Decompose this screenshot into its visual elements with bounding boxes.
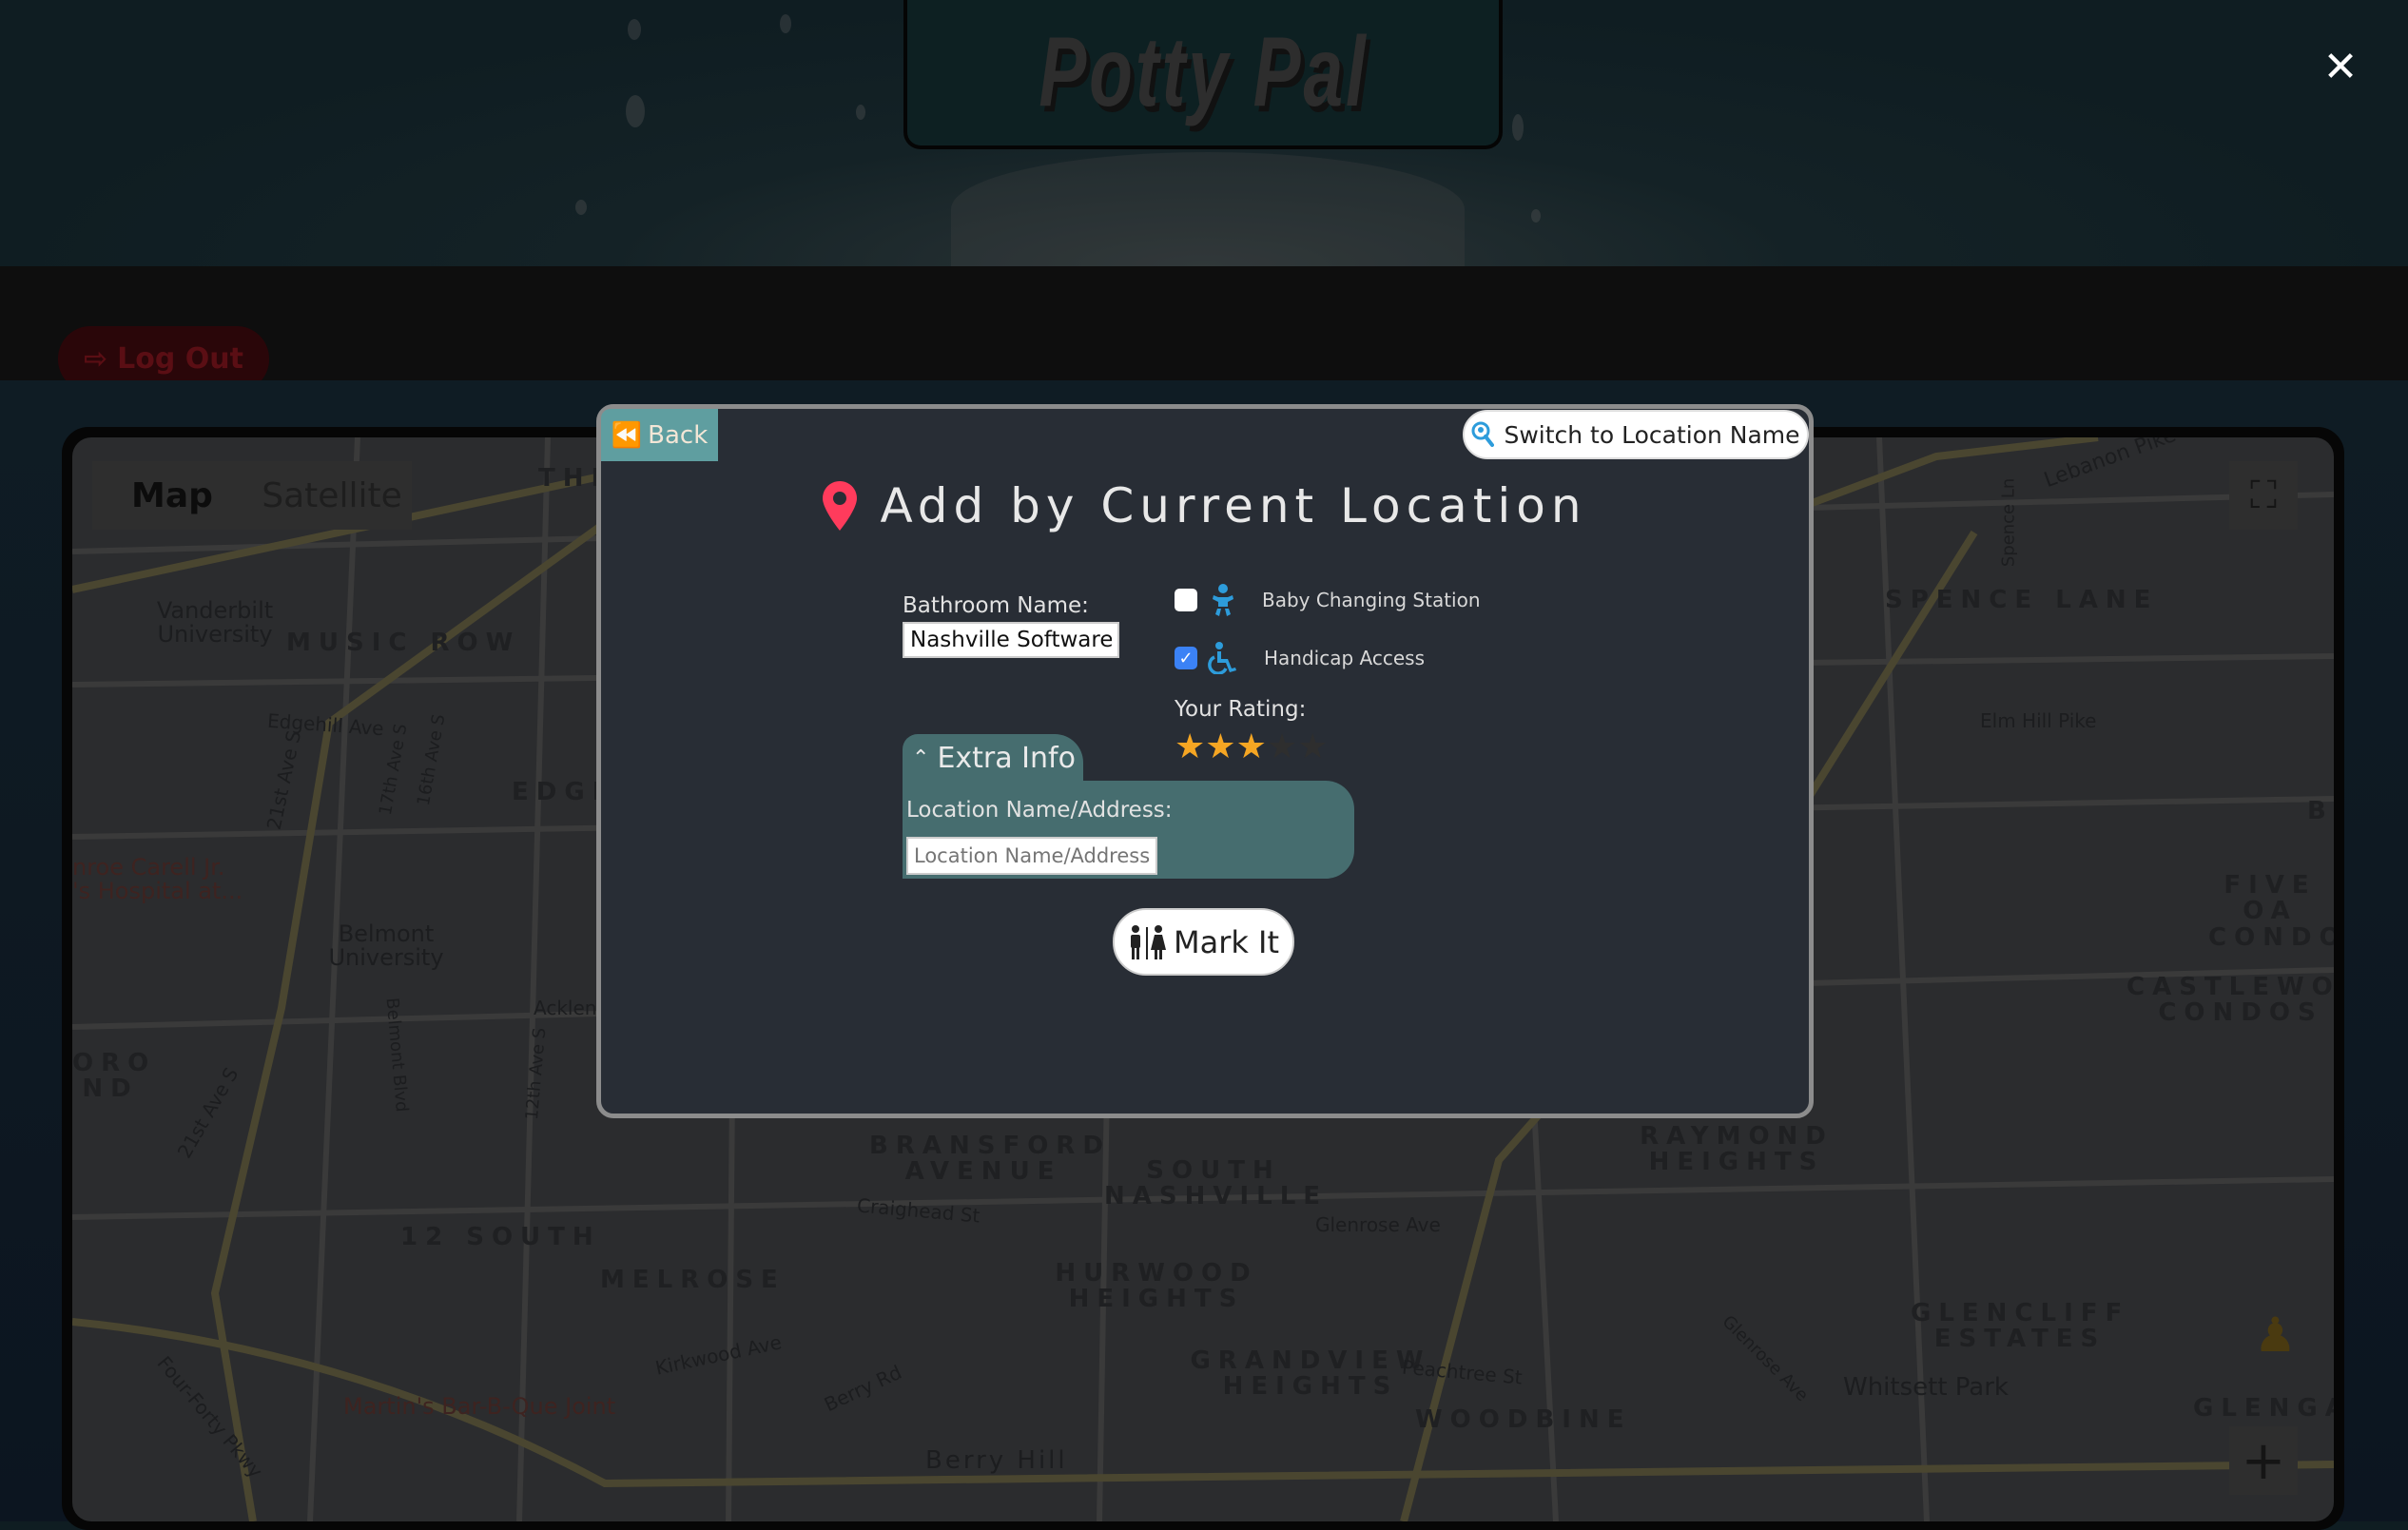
location-label: Location Name/Address: (906, 798, 1173, 823)
app-logo: Potty Pal (903, 0, 1503, 149)
street-view-pegman-icon[interactable]: ♟ (2254, 1307, 2297, 1374)
search-location-icon (1471, 421, 1495, 447)
map-pin-icon (823, 481, 858, 531)
map-label: GLENGAR (2193, 1394, 2334, 1423)
extra-info-toggle[interactable]: ⌃ Extra Info (903, 734, 1083, 782)
map-label: SPENCE LANE (1885, 586, 2159, 614)
map-label: Whitsett Park (1843, 1373, 2009, 1402)
nav-bar (0, 266, 2408, 380)
baby-changing-checkbox[interactable] (1175, 589, 1197, 611)
map-label: ORO ND (72, 1049, 157, 1104)
map-label: RAYMOND HEIGHTS (1640, 1122, 1834, 1177)
map-label: nroe Carell Jr. 's Hospital at... (72, 854, 243, 905)
map-label: Belmont University (328, 920, 444, 972)
map-label: Acklen (534, 997, 597, 1019)
map-label: GLENCLIFF ESTATES (1911, 1299, 2130, 1354)
baby-icon (1213, 584, 1233, 616)
baby-changing-option[interactable]: Baby Changing Station (1175, 584, 1481, 616)
map-label: MELROSE (600, 1266, 786, 1294)
bathroom-name-label: Bathroom Name: (903, 593, 1089, 618)
handicap-access-option[interactable]: ✓ Handicap Access (1175, 642, 1425, 674)
map-label: SOUTH NASHVILLE (1104, 1156, 1329, 1211)
close-icon[interactable]: ✕ (2321, 47, 2360, 88)
fullscreen-icon[interactable]: ⛶ (2229, 461, 2298, 530)
map-label: BE (2307, 797, 2334, 825)
map-label: Elm Hill Pike (1980, 709, 2097, 732)
map-label: HURWOOD HEIGHTS (1055, 1259, 1258, 1314)
map-label: BRANSFORD AVENUE (869, 1132, 1111, 1187)
map-label: GRANDVIEW HEIGHTS (1190, 1346, 1431, 1402)
back-label: Back (648, 420, 709, 450)
extra-info-label: Extra Info (937, 741, 1076, 775)
restroom-icon (1130, 924, 1166, 959)
switch-label: Switch to Location Name (1504, 420, 1800, 449)
map-label: Berry Hill (925, 1446, 1068, 1475)
mark-it-label: Mark It (1173, 923, 1280, 960)
map-type-toggle: Map Satellite (92, 461, 412, 530)
map-type-map[interactable]: Map (92, 461, 252, 530)
map-label: CASTLEWOOD CONDOS (2126, 973, 2334, 1028)
star-empty-icon[interactable]: ★ (1267, 730, 1297, 765)
bathroom-name-input[interactable] (903, 622, 1119, 658)
mark-it-button[interactable]: Mark It (1113, 908, 1294, 976)
add-bathroom-modal: ⏪ Back Switch to Location Name Add by Cu… (596, 404, 1814, 1118)
switch-to-location-name-button[interactable]: Switch to Location Name (1463, 410, 1809, 459)
star-empty-icon[interactable]: ★ (1297, 730, 1328, 765)
star-rating[interactable]: ★ ★ ★ ★ ★ (1175, 730, 1328, 765)
rating-label: Your Rating: (1175, 697, 1307, 722)
sign-out-icon: ⇨ (84, 342, 108, 376)
baby-changing-label: Baby Changing Station (1262, 589, 1481, 611)
map-label: Vanderbilt University (156, 597, 274, 649)
chevron-up-icon: ⌃ (912, 746, 930, 770)
location-input[interactable] (906, 837, 1157, 875)
extra-info-panel: Location Name/Address: (903, 781, 1354, 879)
modal-title: Add by Current Location (601, 468, 1809, 544)
title-text: Add by Current Location (880, 478, 1587, 533)
map-label: Glenrose Ave (1315, 1213, 1441, 1236)
handicap-access-label: Handicap Access (1264, 647, 1425, 669)
zoom-in-button[interactable]: + (2229, 1426, 2298, 1495)
logout-label: Log Out (117, 342, 243, 376)
map-label: 12 SOUTH (400, 1223, 601, 1251)
double-chevron-left-icon: ⏪ (611, 420, 643, 450)
star-filled-icon[interactable]: ★ (1175, 730, 1205, 765)
map-type-satellite[interactable]: Satellite (252, 461, 412, 530)
star-filled-icon[interactable]: ★ (1205, 730, 1235, 765)
map-label: FIVE OA CONDO (2208, 871, 2334, 952)
handicap-access-checkbox[interactable]: ✓ (1175, 647, 1197, 669)
map-label: WOODBINE (1415, 1405, 1632, 1434)
map-label: Spence Ln (1998, 477, 2019, 568)
star-filled-icon[interactable]: ★ (1236, 730, 1267, 765)
map-label: Martin's Bar-B-Que Joint (343, 1393, 616, 1420)
back-button[interactable]: ⏪ Back (601, 409, 718, 461)
wheelchair-icon (1208, 642, 1236, 674)
logo-text: Potty Pal (1038, 17, 1369, 127)
map-label: MUSIC ROW (286, 629, 521, 657)
